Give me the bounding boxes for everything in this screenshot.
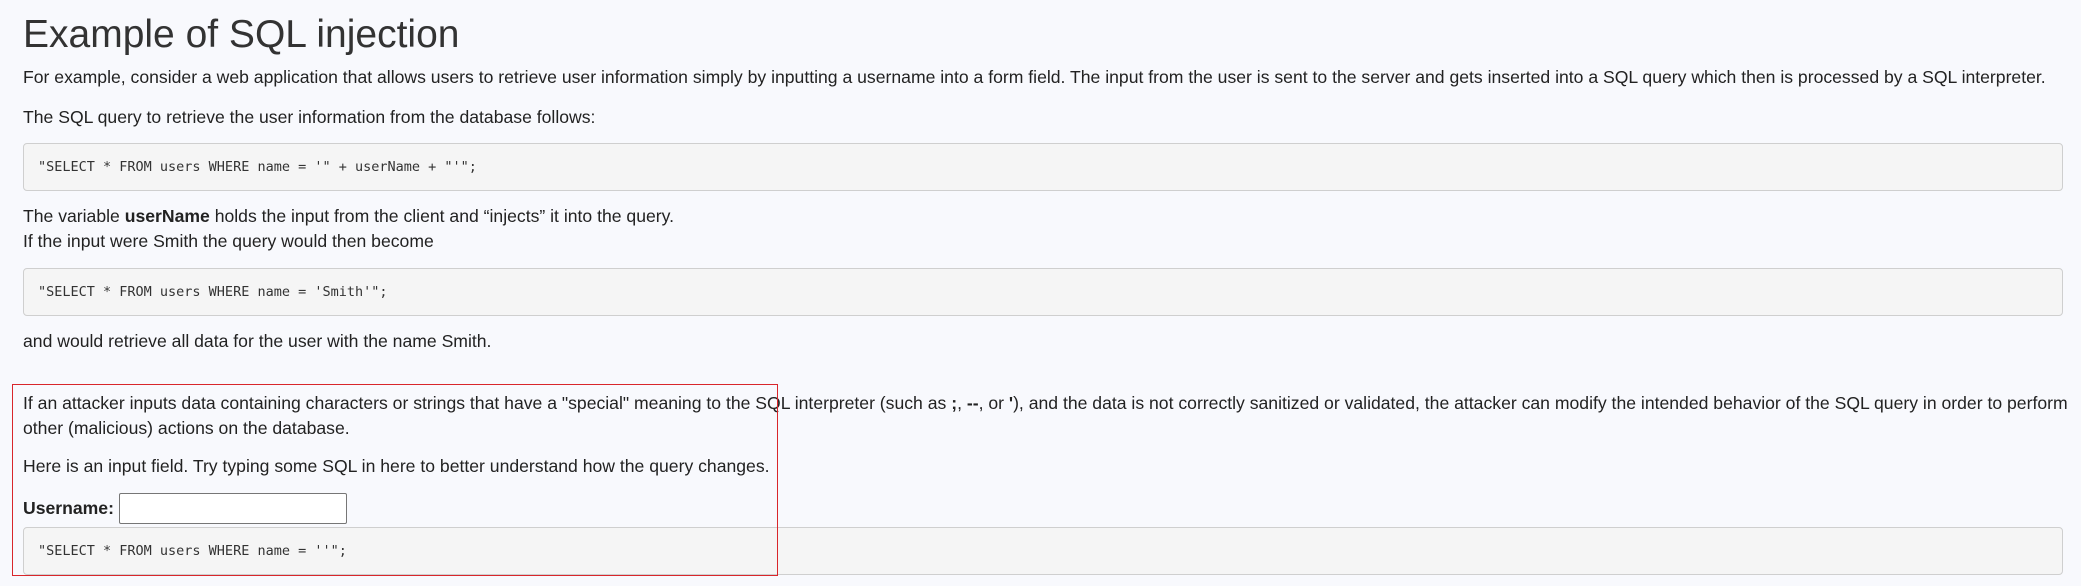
code-block-live-query: "SELECT * FROM users WHERE name = ''";	[23, 527, 2063, 575]
page-title: Example of SQL injection	[23, 13, 460, 56]
variable-paragraph: The variable userName holds the input fr…	[23, 204, 674, 229]
smith-result-paragraph: and would retrieve all data for the user…	[23, 331, 492, 351]
code-block-smith: "SELECT * FROM users WHERE name = 'Smith…	[23, 268, 2063, 316]
attacker-text-part2: ), and the data is not correctly sanitiz…	[1013, 393, 2068, 413]
attacker-paragraph-line2: other (malicious) actions on the databas…	[23, 418, 350, 438]
intro-paragraph: For example, consider a web application …	[23, 67, 2046, 87]
variable-text-suffix: holds the input from the client and “inj…	[209, 206, 675, 226]
username-label: Username:	[23, 497, 114, 518]
attacker-text-part1: If an attacker inputs data containing ch…	[23, 393, 952, 413]
attacker-text-sep2: , or	[978, 393, 1009, 413]
username-row: Username:	[23, 492, 347, 524]
smith-intro-paragraph: If the input were Smith the query would …	[23, 231, 434, 251]
attacker-text-sep1: ,	[957, 393, 967, 413]
attacker-paragraph-line1: If an attacker inputs data containing ch…	[23, 391, 2068, 416]
query-intro-paragraph: The SQL query to retrieve the user infor…	[23, 107, 596, 127]
variable-name: userName	[124, 206, 210, 226]
special-char-comment: --	[966, 393, 979, 413]
input-intro-paragraph: Here is an input field. Try typing some …	[23, 456, 770, 476]
code-block-query: "SELECT * FROM users WHERE name = '" + u…	[23, 143, 2063, 191]
username-input[interactable]	[118, 492, 347, 524]
variable-text-prefix: The variable	[23, 206, 125, 226]
